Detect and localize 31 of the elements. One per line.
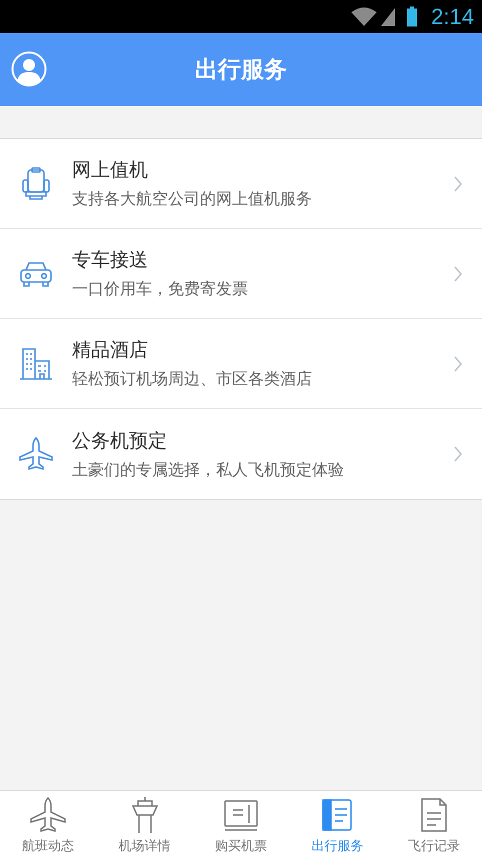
tab[interactable]: 出行服务 (289, 791, 386, 858)
chevron-icon (454, 356, 462, 372)
chevron-icon (454, 176, 462, 192)
service-title: 网上值机 (72, 158, 149, 183)
seat-icon (19, 166, 53, 200)
tab[interactable]: 购买机票 (192, 791, 290, 858)
service-row[interactable]: 公务机预定 土豪们的专属选择，私人飞机预定体验 (0, 409, 482, 499)
chevron-icon (454, 266, 462, 282)
tab[interactable]: 机场详情 (96, 791, 193, 858)
service-row[interactable]: 专车接送 一口价用车，免费寄发票 (0, 229, 482, 319)
airplane-icon (18, 436, 54, 472)
building-icon (18, 346, 54, 382)
airplane-icon (28, 795, 68, 835)
service-description: 支持各大航空公司的网上值机服务 (72, 189, 313, 210)
service-description: 一口价用车，免费寄发票 (72, 279, 249, 300)
tab[interactable]: 飞行记录 (386, 791, 482, 858)
service-description: 轻松预订机场周边、市区各类酒店 (72, 369, 313, 390)
service-title: 公务机预定 (72, 428, 168, 454)
service-row[interactable]: 精品酒店 轻松预订机场周边、市区各类酒店 (0, 319, 482, 409)
avatar-icon[interactable] (11, 51, 47, 87)
service-title: 专车接送 (72, 248, 149, 273)
service-description: 土豪们的专属选择，私人飞机预定体验 (72, 460, 345, 480)
signal-icon (381, 8, 396, 26)
tab[interactable]: 航班动态 (0, 791, 96, 858)
page-title: 出行服务 (195, 56, 287, 85)
chevron-icon (454, 446, 462, 462)
service-title: 精品酒店 (72, 338, 149, 363)
service-row[interactable]: 网上值机 支持各大航空公司的网上值机服务 (0, 139, 482, 229)
wifi-icon (351, 7, 378, 26)
status-time: 2:14 (431, 4, 474, 30)
battery-icon (407, 6, 418, 27)
